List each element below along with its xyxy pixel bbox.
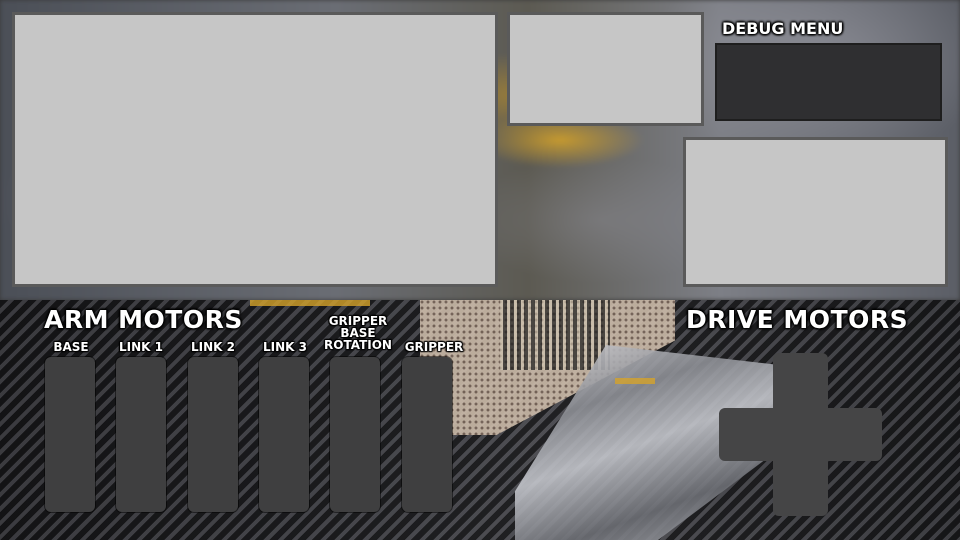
motor-label-base: BASE bbox=[53, 340, 89, 354]
arm-motors-title: ARM MOTORS bbox=[44, 305, 243, 334]
background-detail bbox=[615, 378, 655, 384]
main-camera-panel bbox=[12, 12, 498, 287]
motor-label-link-1: LINK 1 bbox=[119, 340, 163, 354]
motor-label-gripper: GRIPPER bbox=[404, 340, 464, 354]
motor-label-gripper-base-rotation: GRIPPER BASE ROTATION bbox=[324, 314, 392, 352]
motor-slider-link-1[interactable] bbox=[116, 357, 166, 512]
drive-motors-title: DRIVE MOTORS bbox=[686, 305, 909, 334]
debug-menu-title: DEBUG MENU bbox=[722, 19, 844, 38]
tertiary-camera-panel bbox=[683, 137, 948, 287]
motor-slider-base[interactable] bbox=[45, 357, 95, 512]
background-detail bbox=[250, 300, 370, 306]
dpad-horizontal-arm[interactable] bbox=[719, 408, 882, 461]
motor-slider-gripper-base-rotation[interactable] bbox=[330, 357, 380, 512]
background-detail bbox=[500, 300, 610, 370]
secondary-camera-panel bbox=[507, 12, 704, 126]
motor-label-link-3: LINK 3 bbox=[263, 340, 307, 354]
motor-slider-link-3[interactable] bbox=[259, 357, 309, 512]
motor-slider-link-2[interactable] bbox=[188, 357, 238, 512]
motor-label-link-2: LINK 2 bbox=[191, 340, 235, 354]
motor-slider-gripper[interactable] bbox=[402, 357, 452, 512]
debug-menu-box[interactable] bbox=[715, 43, 942, 121]
